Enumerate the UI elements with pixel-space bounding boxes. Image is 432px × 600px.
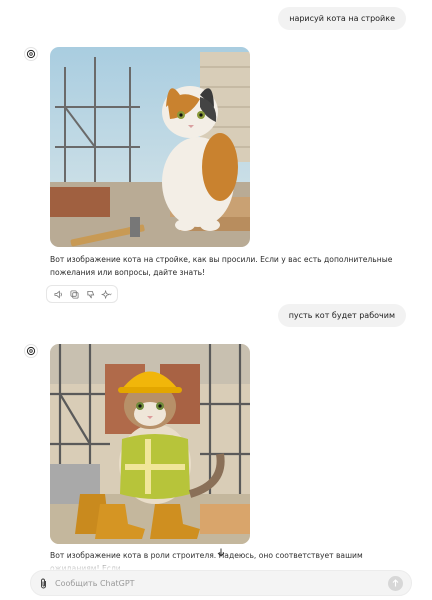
generated-image-cat-construction[interactable] (50, 47, 250, 247)
user-message-bubble: нарисуй кота на стройке (278, 7, 406, 30)
copy-icon[interactable] (67, 287, 81, 301)
send-button[interactable] (388, 575, 403, 591)
thumbs-down-icon[interactable] (83, 287, 97, 301)
assistant-avatar (24, 344, 38, 358)
user-message-bubble: пусть кот будет рабочим (277, 304, 406, 327)
assistant-message-text: Вот изображение кота на стройке, как вы … (50, 255, 393, 277)
speaker-icon[interactable] (51, 287, 65, 301)
generated-image-worker-cat[interactable] (50, 344, 250, 544)
user-message-text: нарисуй кота на стройке (289, 14, 395, 23)
openai-logo-icon (26, 49, 36, 59)
openai-logo-icon (26, 346, 36, 356)
composer-fade (0, 556, 432, 570)
regenerate-icon[interactable] (99, 287, 113, 301)
arrow-up-icon (392, 579, 399, 587)
attach-icon[interactable] (39, 574, 48, 593)
message-composer (30, 570, 412, 596)
user-message-text: пусть кот будет рабочим (288, 311, 395, 320)
message-actions-bar (46, 285, 118, 303)
message-input[interactable] (55, 578, 381, 588)
assistant-avatar (24, 47, 38, 61)
